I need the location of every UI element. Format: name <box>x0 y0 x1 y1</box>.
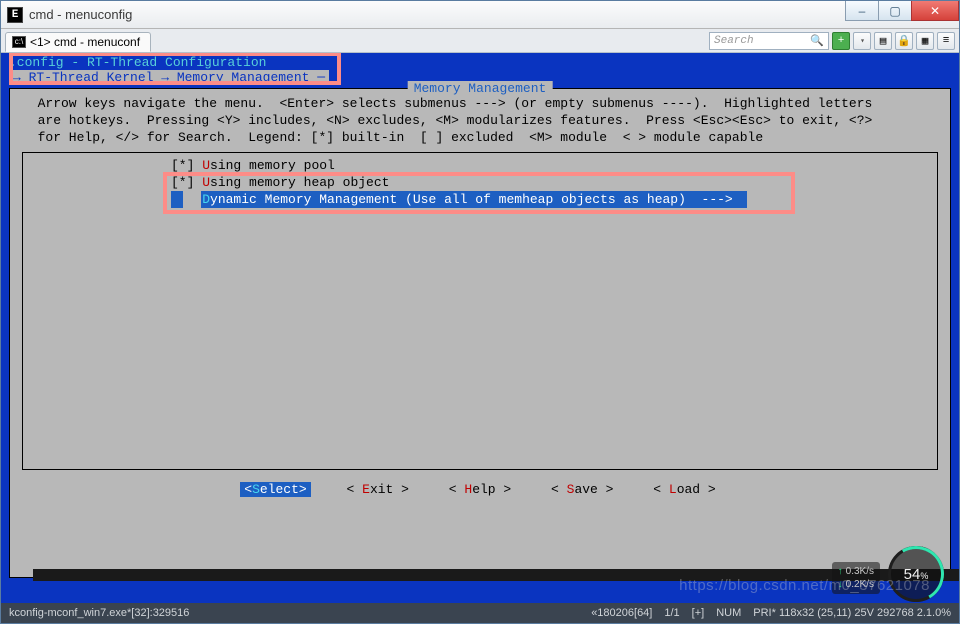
menu-item-dynamic-memory[interactable]: Dynamic Memory Management (Use all of me… <box>23 191 937 208</box>
exit-button[interactable]: < Exit > <box>343 482 413 497</box>
gauge-value: 54 <box>904 566 921 583</box>
status-position: 1/1 <box>664 607 679 619</box>
status-metrics: PRI* 118x32 (25,11) 25V 292768 2.1.0% <box>753 607 951 619</box>
search-placeholder: Search <box>714 35 754 47</box>
menu-item-memory-heap[interactable]: [*] Using memory heap object <box>23 174 937 191</box>
status-bar: kconfig-mconf_win7.exe*[32]:329516 «1802… <box>1 603 959 623</box>
lock-button[interactable]: 🔒 <box>895 32 913 50</box>
cpu-gauge: 54% <box>888 546 944 602</box>
gauge-suffix: % <box>920 571 928 581</box>
menuconfig-panel: Memory Management Arrow keys navigate th… <box>9 88 951 578</box>
load-button[interactable]: < Load > <box>649 482 719 497</box>
panel-title: Memory Management <box>408 81 553 96</box>
console-area: .config - RT-Thread Configuration → RT-T… <box>1 53 959 603</box>
window-titlebar[interactable]: E cmd - menuconfig – ▢ ✕ <box>1 1 959 29</box>
breadcrumb: → RT-Thread Kernel → Memory Management ─ <box>9 70 329 85</box>
status-insert: [+] <box>692 607 705 619</box>
menu-item-memory-pool[interactable]: [*] Using memory pool <box>23 157 937 174</box>
button-row: <Select> < Exit > < Help > < Save > < Lo… <box>10 482 950 497</box>
minimize-button[interactable]: – <box>845 1 879 21</box>
cmd-icon: c:\ <box>12 36 26 48</box>
upload-speed: 0.3K/s <box>838 565 874 578</box>
select-button[interactable]: <Select> <box>240 482 310 497</box>
config-header: .config - RT-Thread Configuration <box>1 53 959 70</box>
close-button[interactable]: ✕ <box>911 1 959 21</box>
network-speed-overlay: 0.3K/s 0.2K/s <box>832 562 880 594</box>
tab-strip: c:\ <1> cmd - menuconf Search 🔍 + ▾ ▤ 🔒 … <box>1 29 959 53</box>
help-text: Arrow keys navigate the menu. <Enter> se… <box>10 89 950 150</box>
tab-cmd[interactable]: c:\ <1> cmd - menuconf <box>5 32 151 52</box>
save-button[interactable]: < Save > <box>547 482 617 497</box>
app-icon: E <box>7 7 23 23</box>
options-button[interactable]: ▤ <box>874 32 892 50</box>
status-numlock: NUM <box>716 607 741 619</box>
search-input[interactable]: Search 🔍 <box>709 32 829 50</box>
list-button[interactable]: ≡ <box>937 32 955 50</box>
maximize-button[interactable]: ▢ <box>878 1 912 21</box>
panel-shadow <box>33 569 959 581</box>
status-process: kconfig-mconf_win7.exe*[32]:329516 <box>9 607 189 619</box>
status-encoding: «180206[64] <box>591 607 652 619</box>
search-icon: 🔍 <box>810 34 824 48</box>
tab-label: <1> cmd - menuconf <box>30 35 140 49</box>
add-tab-button[interactable]: + <box>832 32 850 50</box>
help-button[interactable]: < Help > <box>445 482 515 497</box>
download-speed: 0.2K/s <box>838 578 874 591</box>
menu-list[interactable]: [*] Using memory pool [*] Using memory h… <box>22 152 938 470</box>
window-title: cmd - menuconfig <box>29 7 846 22</box>
grid-button[interactable]: ▦ <box>916 32 934 50</box>
dropdown-button[interactable]: ▾ <box>853 32 871 50</box>
